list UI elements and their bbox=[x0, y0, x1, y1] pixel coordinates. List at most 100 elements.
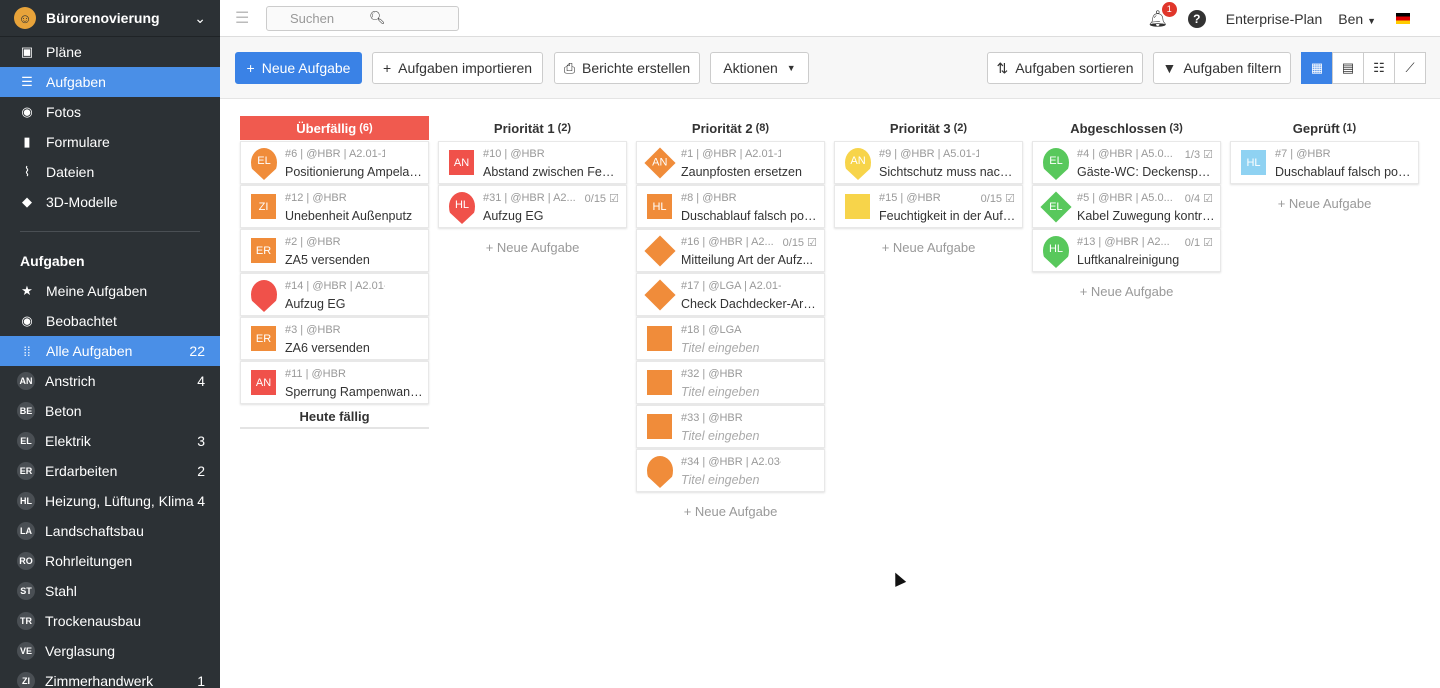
sidebar-item-5[interactable]: ◆ 3D-Modelle bbox=[0, 187, 220, 217]
sidebar-task-item-3[interactable]: AN Anstrich 4 bbox=[0, 366, 220, 396]
clipboard-icon: ▮ bbox=[23, 134, 31, 149]
item-count: 4 bbox=[197, 373, 205, 389]
new-task-link[interactable]: + Neue Aufgabe bbox=[438, 232, 627, 262]
task-card[interactable]: ER #3 | @HBR ZA6 versenden bbox=[240, 317, 429, 360]
sort-icon: ⇅ bbox=[996, 59, 1009, 76]
new-task-link[interactable]: + Neue Aufgabe bbox=[1032, 276, 1221, 306]
plan-link[interactable]: Enterprise-Plan bbox=[1226, 11, 1323, 27]
caret-down-icon: ▼ bbox=[786, 63, 796, 73]
actions-dropdown[interactable]: Aktionen ▼ bbox=[710, 52, 809, 84]
board-column: Priorität 2 (8) AN #1 | @HBR | A2.01-1 Zaunp… bbox=[636, 116, 825, 526]
project-name: Bürorenovierung bbox=[46, 10, 160, 26]
checklist-progress: 0/15 ☑ bbox=[981, 192, 1015, 205]
square-marker-icon: ER bbox=[251, 238, 276, 263]
sidebar-item-label: Elektrik bbox=[45, 433, 91, 449]
task-card[interactable]: HL #8 | @HBR Duschablauf falsch posit... bbox=[636, 185, 825, 228]
task-card[interactable]: #17 | @LGA | A2.01-1 Check Dachdecker-Arb… bbox=[636, 273, 825, 316]
due-today-header: Heute fällig bbox=[240, 405, 429, 429]
sidebar-task-item-10[interactable]: ST Stahl bbox=[0, 576, 220, 606]
task-card[interactable]: HL #7 | @HBR Duschablauf falsch posit... bbox=[1230, 141, 1419, 184]
task-card[interactable]: AN #1 | @HBR | A2.01-1 Zaunpfosten ersetze… bbox=[636, 141, 825, 184]
task-title: Kabel Zuwegung kontro... bbox=[1077, 209, 1215, 223]
new-task-button[interactable]: + Neue Aufgabe bbox=[235, 52, 362, 84]
diamond-marker-icon: EL bbox=[1040, 191, 1072, 223]
task-card[interactable]: AN #10 | @HBR Abstand zwischen Fenst... bbox=[438, 141, 627, 184]
sidebar-item-label: Verglasung bbox=[45, 643, 116, 659]
sidebar-task-item-5[interactable]: EL Elektrik 3 bbox=[0, 426, 220, 456]
task-card[interactable]: EL #5 | @HBR | A5.0... 0/4 ☑ Kabel Zuwegung… bbox=[1032, 185, 1221, 228]
actions-label: Aktionen bbox=[723, 60, 778, 76]
sidebar-task-item-6[interactable]: ER Erdarbeiten 2 bbox=[0, 456, 220, 486]
new-task-link[interactable]: + Neue Aufgabe bbox=[636, 496, 825, 526]
sidebar-item-label: Landschaftsbau bbox=[45, 523, 144, 539]
task-meta: #33 | @HBR bbox=[681, 412, 743, 424]
task-card[interactable]: EL #4 | @HBR | A5.0... 1/3 ☑ Gäste-WC: Deck… bbox=[1032, 141, 1221, 184]
german-flag-icon[interactable] bbox=[1396, 13, 1410, 24]
import-tasks-button[interactable]: + Aufgaben importieren bbox=[372, 52, 543, 84]
sidebar-item-label: Zimmerhandwerk bbox=[45, 673, 154, 688]
sidebar-task-item-9[interactable]: RO Rohrleitungen bbox=[0, 546, 220, 576]
trade-code: EL bbox=[1049, 155, 1063, 167]
chevron-down-icon[interactable]: ⌄ bbox=[194, 10, 206, 27]
search-icon[interactable]: 🔍︎ bbox=[369, 10, 448, 26]
calendar-view-button[interactable]: ▤ bbox=[1332, 52, 1364, 84]
task-card[interactable]: ER #2 | @HBR ZA5 versenden bbox=[240, 229, 429, 272]
pin-marker-icon: EL bbox=[251, 148, 277, 180]
task-card[interactable]: HL #13 | @HBR | A2... 0/1 ☑ Luftkanalreinig… bbox=[1032, 229, 1221, 272]
gantt-view-button[interactable]: ☷ bbox=[1363, 52, 1395, 84]
sidebar-item-2[interactable]: ◉ Fotos bbox=[0, 97, 220, 127]
sidebar-task-item-7[interactable]: HL Heizung, Lüftung, Klima 4 bbox=[0, 486, 220, 516]
task-card[interactable]: HL #31 | @HBR | A2... 0/15 ☑ Aufzug EG bbox=[438, 185, 627, 228]
task-card[interactable]: #16 | @HBR | A2... 0/15 ☑ Mitteilung Art d… bbox=[636, 229, 825, 272]
board-column: Abgeschlossen (3) EL #4 | @HBR | A5.0... 1/3… bbox=[1032, 116, 1221, 306]
sidebar-item-0[interactable]: ▣ Pläne bbox=[0, 37, 220, 67]
new-task-link[interactable]: + Neue Aufgabe bbox=[1230, 188, 1419, 218]
project-switcher[interactable]: ☺ Bürorenovierung ⌄ bbox=[0, 0, 220, 37]
task-card[interactable]: #33 | @HBR Titel eingeben bbox=[636, 405, 825, 448]
board-view-button[interactable]: ▦ bbox=[1301, 52, 1333, 84]
task-meta: #5 | @HBR | A5.0... bbox=[1077, 192, 1173, 204]
sort-tasks-button[interactable]: ⇅ Aufgaben sortieren bbox=[987, 52, 1143, 84]
calendar-icon: ▤ bbox=[1341, 60, 1355, 75]
column-title: Priorität 3 bbox=[889, 120, 951, 136]
task-card[interactable]: EL #6 | @HBR | A2.01-1 Positionierung Ampe… bbox=[240, 141, 429, 184]
task-card[interactable]: #14 | @HBR | A2.01-1 Aufzug EG bbox=[240, 273, 429, 316]
search-input[interactable]: Suchen 🔍︎ bbox=[266, 5, 459, 31]
sidebar-task-item-13[interactable]: ZI Zimmerhandwerk 1 bbox=[0, 666, 220, 688]
task-card[interactable]: #34 | @HBR | A2.03-1 Titel eingeben bbox=[636, 449, 825, 492]
checkbox-icon: ☑ bbox=[609, 193, 619, 205]
sidebar-task-item-12[interactable]: VE Verglasung bbox=[0, 636, 220, 666]
task-card[interactable]: #18 | @LGA Titel eingeben bbox=[636, 317, 825, 360]
sidebar-item-3[interactable]: ▮ Formulare bbox=[0, 127, 220, 157]
trade-badge: BE bbox=[17, 402, 35, 420]
task-card[interactable]: AN #11 | @HBR Sperrung Rampenwand/... bbox=[240, 361, 429, 404]
task-card[interactable]: ZI #12 | @HBR Unebenheit Außenputz bbox=[240, 185, 429, 228]
sidebar-task-item-1[interactable]: ◉ Beobachtet bbox=[0, 306, 220, 336]
user-menu[interactable]: Ben ▼ bbox=[1338, 11, 1376, 27]
sidebar-item-1[interactable]: ☰ Aufgaben bbox=[0, 67, 220, 97]
trade-code: EL bbox=[1049, 201, 1063, 213]
sidebar-task-item-8[interactable]: LA Landschaftsbau bbox=[0, 516, 220, 546]
task-card[interactable]: #32 | @HBR Titel eingeben bbox=[636, 361, 825, 404]
square-marker-icon: HL bbox=[1241, 150, 1266, 175]
task-card[interactable]: #15 | @HBR 0/15 ☑ Feuchtigkeit in der Aufz… bbox=[834, 185, 1023, 228]
help-icon[interactable]: ? bbox=[1187, 9, 1206, 28]
sidebar-task-item-4[interactable]: BE Beton bbox=[0, 396, 220, 426]
menu-icon[interactable]: ☰ bbox=[235, 8, 251, 28]
create-reports-button[interactable]: ⎙ Berichte erstellen bbox=[554, 52, 700, 84]
bell-icon[interactable]: 🔔︎ 1 bbox=[1147, 1, 1177, 29]
sidebar-task-item-0[interactable]: ★ Meine Aufgaben bbox=[0, 276, 220, 306]
sidebar-item-4[interactable]: ⌇ Dateien bbox=[0, 157, 220, 187]
filter-tasks-button[interactable]: ▼ Aufgaben filtern bbox=[1153, 52, 1291, 84]
sidebar-item-label: Beobachtet bbox=[46, 313, 117, 329]
column-title: Abgeschlossen bbox=[1070, 120, 1167, 136]
new-task-label: Neue Aufgabe bbox=[261, 60, 351, 76]
task-title: Unebenheit Außenputz bbox=[285, 209, 413, 223]
sidebar-task-item-11[interactable]: TR Trockenausbau bbox=[0, 606, 220, 636]
task-card[interactable]: AN #9 | @HBR | A5.01-1 Sichtschutz muss na… bbox=[834, 141, 1023, 184]
chart-view-button[interactable]: ⟋ bbox=[1394, 52, 1426, 84]
sidebar-task-item-2[interactable]: ⁞⁞ Alle Aufgaben 22 bbox=[0, 336, 220, 366]
checkbox-icon: ☑ bbox=[807, 237, 817, 249]
new-task-link[interactable]: + Neue Aufgabe bbox=[834, 232, 1023, 262]
toolbar: + Neue Aufgabe + Aufgaben importieren ⎙ Ber… bbox=[220, 37, 1440, 99]
